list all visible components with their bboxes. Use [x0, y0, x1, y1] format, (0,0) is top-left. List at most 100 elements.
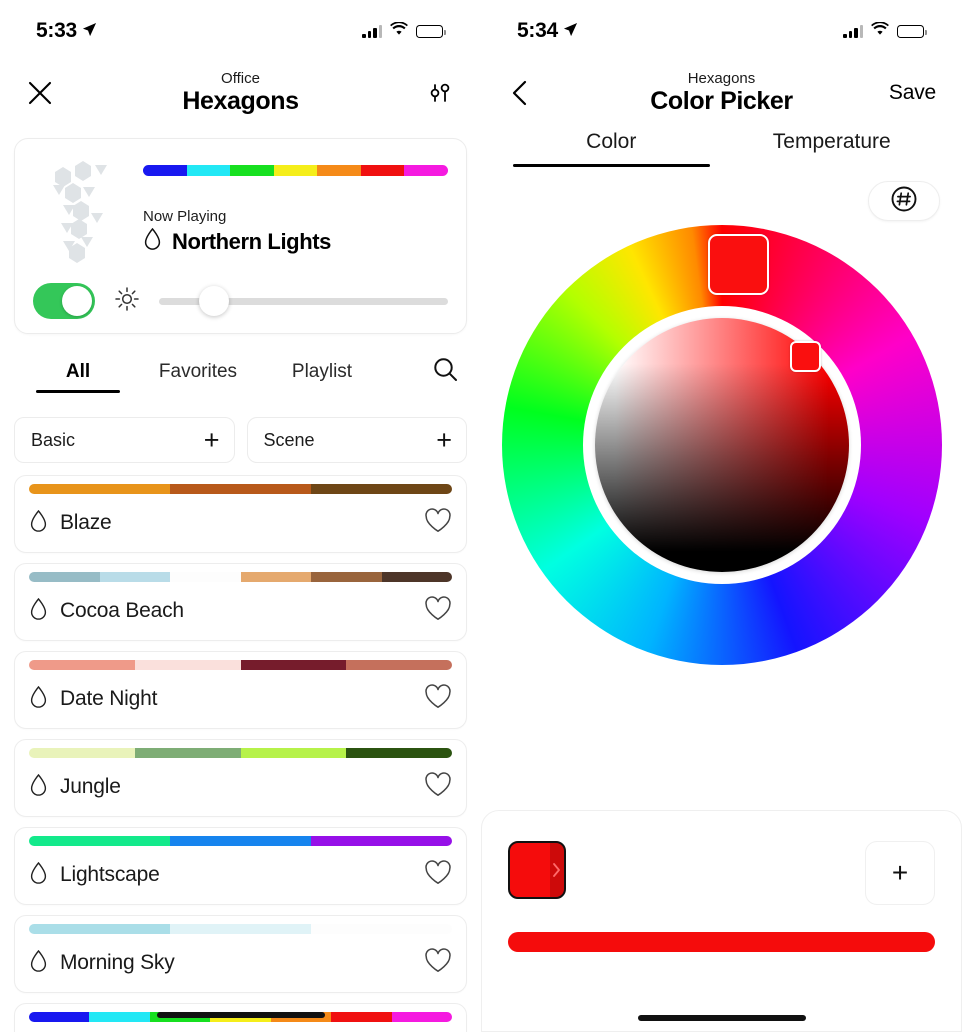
add-basic-button[interactable]: Basic + — [14, 417, 235, 463]
scene-tabs: All Favorites Playlist — [0, 334, 481, 398]
location-arrow-icon — [563, 19, 578, 43]
add-scene-button[interactable]: Scene + — [246, 417, 467, 463]
scene-color-bar — [29, 660, 452, 670]
color-segment — [29, 484, 170, 494]
plus-icon: + — [203, 424, 220, 455]
heart-outline-icon[interactable] — [424, 507, 452, 539]
scene-card[interactable]: Date Night — [14, 651, 467, 729]
saturation-value-handle[interactable] — [790, 341, 821, 372]
color-segment — [186, 165, 231, 176]
scene-card[interactable]: Lightscape — [14, 827, 467, 905]
brightness-slider[interactable] — [159, 284, 448, 318]
home-indicator — [637, 1015, 806, 1021]
heart-outline-icon[interactable] — [424, 771, 452, 803]
color-wheel-container — [481, 225, 962, 675]
scene-card[interactable]: Blaze — [14, 475, 467, 553]
brightness-sun-icon — [113, 285, 141, 318]
status-indicators-right — [843, 20, 927, 41]
sliders-icon[interactable] — [425, 78, 455, 108]
brightness-slider-thumb[interactable] — [198, 286, 229, 316]
scene-row: Cocoa Beach — [29, 582, 452, 640]
scene-color-bar — [29, 924, 452, 934]
tab-all[interactable]: All — [22, 361, 134, 393]
cellular-signal-icon — [362, 24, 382, 38]
scene-list: Blaze Cocoa Beach Date Night Jungle Lightsca… — [0, 463, 481, 1032]
tab-favorites[interactable]: Favorites — [134, 361, 262, 393]
water-drop-icon — [29, 861, 48, 890]
search-icon[interactable] — [432, 356, 459, 398]
hue-handle[interactable] — [708, 234, 769, 295]
color-segment — [311, 484, 452, 494]
status-time-left: 5:33 — [36, 19, 97, 43]
nav-right-group — [379, 78, 455, 108]
color-segment — [170, 484, 311, 494]
save-button[interactable]: Save — [889, 81, 936, 105]
color-segment — [29, 748, 135, 758]
nav-left-group-right — [507, 78, 583, 108]
color-segment — [240, 748, 347, 758]
hex-code-button[interactable] — [868, 181, 940, 221]
status-time-label: 5:34 — [517, 19, 558, 42]
color-segment — [143, 165, 187, 176]
heart-outline-icon[interactable] — [424, 947, 452, 979]
scene-name: Jungle — [60, 775, 121, 798]
tab-temperature-label: Temperature — [772, 130, 891, 153]
scene-card[interactable]: Cocoa Beach — [14, 563, 467, 641]
scene-row: Blaze — [29, 494, 452, 552]
palette-add-button[interactable]: + — [865, 841, 935, 905]
heart-outline-icon[interactable] — [424, 595, 452, 627]
add-scene-label: Scene — [263, 429, 315, 450]
scene-card[interactable]: Jungle — [14, 739, 467, 817]
scene-card[interactable]: Morning Sky — [14, 915, 467, 993]
heart-outline-icon[interactable] — [424, 683, 452, 715]
water-drop-icon — [29, 773, 48, 802]
page-title: Hexagons — [182, 87, 299, 116]
water-drop-icon — [29, 509, 48, 538]
chevron-left-icon[interactable] — [507, 78, 535, 108]
tab-playlist-label: Playlist — [291, 361, 353, 382]
color-segment — [170, 572, 241, 582]
tab-playlist[interactable]: Playlist — [262, 361, 382, 393]
color-segment — [360, 165, 405, 176]
palette-top-row: + — [508, 841, 935, 905]
color-segment — [170, 836, 311, 846]
location-arrow-icon — [82, 19, 97, 43]
color-segment — [29, 924, 170, 934]
tab-color[interactable]: Color — [501, 130, 722, 167]
now-playing-card[interactable]: Now Playing Northern Lights — [14, 138, 467, 334]
tab-temperature[interactable]: Temperature — [722, 130, 943, 167]
color-segment — [240, 660, 347, 670]
color-segment — [391, 1012, 452, 1022]
color-segment — [99, 572, 170, 582]
palette-color-bar[interactable] — [508, 932, 935, 952]
color-segment — [311, 924, 452, 934]
nav-bar-right: Hexagons Color Picker Save — [481, 62, 962, 124]
power-toggle[interactable] — [33, 283, 95, 319]
battery-icon — [897, 24, 927, 38]
plus-icon: + — [891, 857, 909, 888]
heart-outline-icon[interactable] — [424, 859, 452, 891]
scene-name: Blaze — [60, 511, 112, 534]
close-icon[interactable] — [26, 79, 54, 107]
status-indicators-left — [362, 20, 446, 41]
status-time-label: 5:33 — [36, 19, 77, 42]
hex-button-row — [481, 167, 962, 221]
color-segment — [404, 165, 448, 176]
now-playing-scene-name: Northern Lights — [172, 228, 331, 254]
color-segment — [240, 572, 311, 582]
scene-row: Lightscape — [29, 846, 452, 904]
palette-card: + — [481, 810, 962, 1032]
wifi-icon — [871, 20, 889, 41]
screen-scenes-list: 5:33 Office Hexagons Now Playing Norther… — [0, 0, 481, 1032]
scene-color-bar — [29, 836, 452, 846]
nav-subtitle: Office — [221, 69, 260, 87]
now-playing-controls — [33, 277, 448, 319]
color-segment — [317, 165, 361, 176]
color-segment — [170, 924, 311, 934]
palette-swatch[interactable] — [508, 841, 566, 899]
color-segment — [29, 836, 170, 846]
now-playing-color-bar — [143, 165, 448, 176]
color-segment — [29, 660, 135, 670]
scene-name: Cocoa Beach — [60, 599, 184, 622]
scene-row: Date Night — [29, 670, 452, 728]
